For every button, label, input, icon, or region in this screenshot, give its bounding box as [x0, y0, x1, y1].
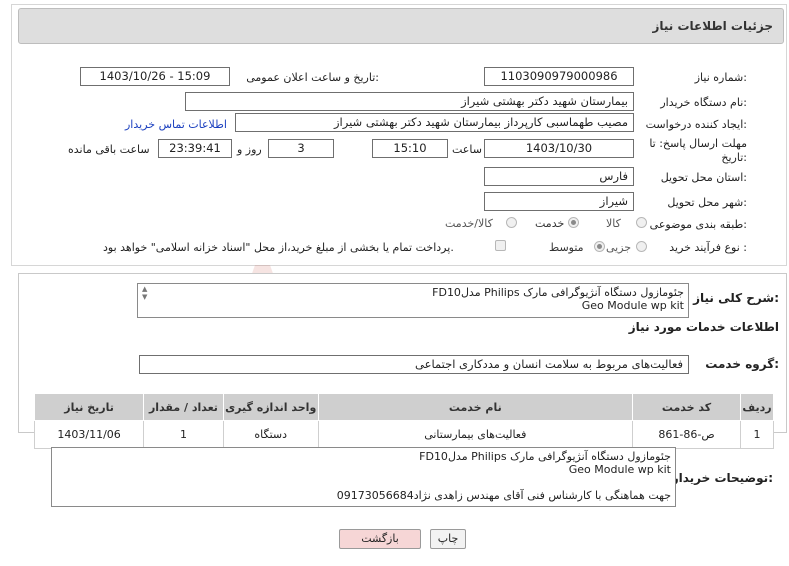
service-group-field[interactable]: فعالیت‌های مربوط به سلامت انسان و مددکار…: [139, 355, 689, 374]
remaining-label: ساعت باقی مانده: [68, 143, 150, 156]
col-unit: واحد اندازه گیری: [222, 393, 319, 421]
process-minor-radio[interactable]: [636, 241, 647, 252]
buyer-notes-textarea[interactable]: جئومازول دستگاه آنژیوگرافی مارک Philips …: [51, 447, 676, 507]
print-button[interactable]: چاپ: [430, 529, 466, 549]
remaining-time-field[interactable]: 23:39:41: [158, 139, 232, 158]
process-medium-radio[interactable]: [594, 241, 605, 252]
category-label: طبقه بندی موضوعی:: [649, 218, 747, 231]
buyer-notes-line-2: Geo Module wp kit: [568, 463, 671, 476]
deadline-time-label: ساعت: [452, 143, 482, 156]
panel-header: جزئیات اطلاعات نیاز: [18, 8, 784, 44]
summary-textarea[interactable]: جئومازول دستگاه آنژیوگرافی مارک Philips …: [137, 283, 689, 318]
deadline-date-field[interactable]: 1403/10/30: [484, 139, 634, 158]
buyer-notes-line-3: جهت هماهنگی با کارشناس فنی آقای مهندس زا…: [336, 489, 671, 502]
services-section-title: اطلاعات خدمات مورد نیاز: [628, 320, 779, 334]
col-service-code: کد خدمت: [631, 393, 742, 421]
services-table-header: تاریخ نیاز تعداد / مقدار واحد اندازه گیر…: [33, 393, 774, 421]
deadline-time-field[interactable]: 15:10: [372, 139, 448, 158]
cell-qty: 1: [143, 420, 224, 449]
category-goods-service-label: کالا/خدمت: [445, 217, 493, 230]
process-medium-label: متوسط: [549, 241, 584, 254]
summary-line-1: جئومازول دستگاه آنژیوگرافی مارک Philips …: [432, 286, 684, 299]
contact-buyer-link[interactable]: اطلاعات تماس خریدار: [125, 118, 227, 131]
col-row: ردیف: [740, 393, 774, 421]
province-label: استان محل تحویل:: [660, 171, 747, 184]
cell-unit: دستگاه: [222, 420, 319, 449]
treasury-payment-note: پرداخت تمام یا بخشی از مبلغ خرید،از محل …: [103, 241, 454, 254]
buyer-field[interactable]: بیمارستان شهید دکتر بهشتی شیراز: [185, 92, 634, 111]
creator-label: ایجاد کننده درخواست:: [645, 118, 747, 131]
process-minor-label: جزیی: [606, 241, 632, 254]
province-field[interactable]: فارس: [484, 167, 634, 186]
need-number-label: شماره نیاز:: [694, 71, 747, 84]
process-label: نوع فرآیند خرید :: [669, 241, 747, 254]
days-label: روز و: [237, 143, 262, 156]
category-goods-service-radio[interactable]: [506, 217, 517, 228]
buyer-label: نام دستگاه خریدار:: [660, 96, 747, 109]
table-row: 1403/11/06 1 دستگاه فعالیت‌های بیمارستان…: [33, 420, 774, 449]
city-field[interactable]: شیراز: [484, 192, 634, 211]
announce-label: تاریخ و ساعت اعلان عمومی:: [246, 71, 379, 84]
summary-scroll-icon[interactable]: ▲ ▼: [142, 285, 147, 301]
buyer-notes-label: توضیحات خریدار:: [671, 471, 773, 485]
cell-need-date: 1403/11/06: [33, 420, 145, 449]
col-qty: تعداد / مقدار: [143, 393, 224, 421]
treasury-payment-checkbox[interactable]: [495, 240, 506, 251]
cell-service-code: ص-86-861: [631, 420, 742, 449]
cell-service-name: فعالیت‌های بیمارستانی: [317, 420, 633, 449]
col-service-name: نام خدمت: [317, 393, 633, 421]
summary-line-2: Geo Module wp kit: [581, 299, 684, 312]
deadline-label-date: تاریخ:: [721, 151, 747, 164]
category-service-label: خدمت: [535, 217, 565, 230]
days-field[interactable]: 3: [268, 139, 334, 158]
cell-row: 1: [740, 420, 774, 449]
col-need-date: تاریخ نیاز: [33, 393, 145, 421]
page-title: جزئیات اطلاعات نیاز: [652, 19, 773, 33]
summary-label: شرح کلی نیاز:: [693, 291, 779, 305]
buyer-notes-line-1: جئومازول دستگاه آنژیوگرافی مارک Philips …: [419, 450, 671, 463]
creator-field[interactable]: مصیب طهماسبی کارپرداز بیمارستان شهید دکت…: [235, 113, 634, 132]
services-table: تاریخ نیاز تعداد / مقدار واحد اندازه گیر…: [33, 393, 774, 449]
back-button[interactable]: بازگشت: [339, 529, 421, 549]
service-group-label: گروه خدمت:: [705, 357, 779, 371]
deadline-label: مهلت ارسال پاسخ: تا: [649, 137, 747, 150]
category-service-radio[interactable]: [568, 217, 579, 228]
announce-datetime-field[interactable]: 1403/10/26 - 15:09: [80, 67, 230, 86]
city-label: شهر محل تحویل:: [667, 196, 747, 209]
need-number-field[interactable]: 1103090979000986: [484, 67, 634, 86]
category-goods-label: کالا: [606, 217, 621, 230]
category-goods-radio[interactable]: [636, 217, 647, 228]
